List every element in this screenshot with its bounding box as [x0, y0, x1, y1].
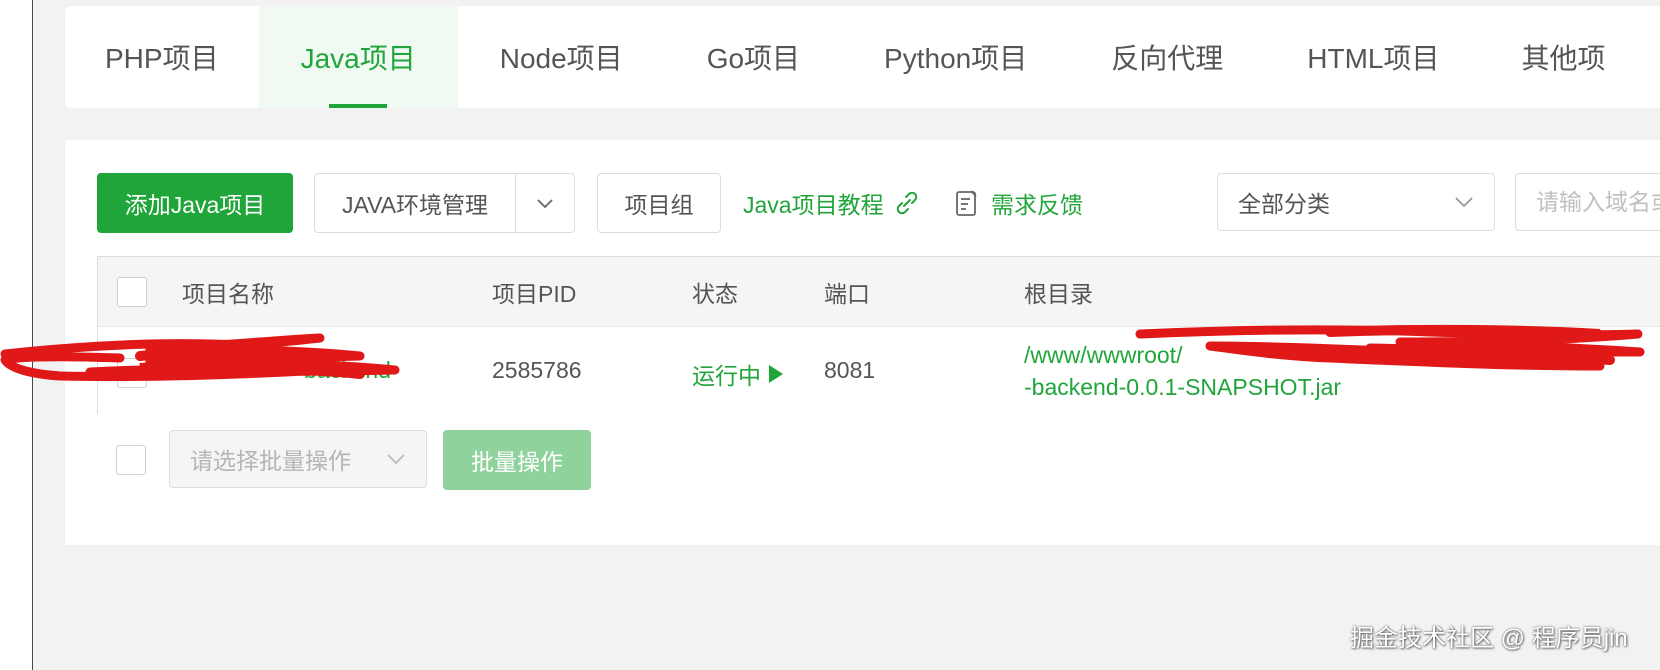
feedback-label: 需求反馈: [991, 192, 1083, 218]
tab-php[interactable]: PHP项目: [65, 6, 259, 108]
project-group-label: 项目组: [624, 192, 694, 218]
play-triangle-icon: [769, 365, 783, 383]
java-tutorial-label: Java项目教程: [743, 192, 884, 218]
watermark: 掘金技术社区 @ 程序员jin: [1350, 625, 1628, 652]
table-header: 项目名称 项目PID 状态 端口 根目录: [98, 257, 1660, 327]
chevron-down-icon: [387, 454, 405, 465]
project-group-button[interactable]: 项目组: [597, 173, 721, 233]
table-row: backend 2585786 运行中 8081 /www/wwwroot/ -…: [98, 327, 1660, 415]
batch-select-all-checkbox[interactable]: [116, 445, 146, 475]
column-header-status: 状态: [692, 281, 738, 307]
add-java-project-button[interactable]: 添加Java项目: [97, 173, 293, 233]
batch-select-placeholder: 请选择批量操作: [190, 448, 351, 474]
tab-node-label: Node项目: [499, 43, 623, 74]
tab-node[interactable]: Node项目: [458, 6, 665, 108]
project-name: backend: [304, 357, 391, 383]
batch-operation-select[interactable]: 请选择批量操作: [169, 430, 427, 488]
project-name-link[interactable]: backend: [304, 357, 391, 384]
tab-other[interactable]: 其他项: [1481, 6, 1645, 108]
tab-html-label: HTML项目: [1307, 43, 1440, 74]
column-header-name: 项目名称: [182, 281, 274, 307]
status-label: 运行中: [692, 363, 761, 389]
project-type-tabs: PHP项目 Java项目 Node项目 Go项目 Python项目 反向代理 H…: [65, 6, 1660, 108]
select-all-checkbox[interactable]: [117, 277, 147, 307]
tab-php-label: PHP项目: [105, 43, 219, 74]
domain-search-input[interactable]: [1515, 173, 1660, 231]
column-header-root: 根目录: [1024, 281, 1093, 307]
tab-html[interactable]: HTML项目: [1265, 6, 1481, 108]
java-env-manage-dropdown: JAVA环境管理: [314, 173, 575, 233]
column-header-pid: 项目PID: [492, 281, 577, 307]
tab-python[interactable]: Python项目: [842, 6, 1069, 108]
add-java-project-label: 添加Java项目: [124, 192, 266, 218]
left-sidebar-edge: [0, 0, 33, 670]
project-port: 8081: [824, 357, 876, 383]
java-tutorial-link[interactable]: Java项目教程: [743, 173, 920, 233]
column-header-port: 端口: [824, 281, 870, 307]
project-table: 项目名称 项目PID 状态 端口 根目录 backend 2585786 运行中…: [97, 256, 1660, 415]
edit-document-icon: [956, 190, 977, 216]
batch-operation-button[interactable]: 批量操作: [443, 430, 591, 490]
chevron-down-icon: [1455, 197, 1473, 208]
root-directory-line2: -backend-0.0.1-SNAPSHOT.jar: [1024, 374, 1342, 400]
feedback-link[interactable]: 需求反馈: [955, 173, 1083, 233]
tab-go[interactable]: Go项目: [665, 6, 842, 108]
java-env-manage-label: JAVA环境管理: [341, 192, 489, 218]
project-list-panel: 添加Java项目 JAVA环境管理 项目组 Java项目教程 需求反馈 全部分类…: [65, 140, 1660, 545]
tab-reverse-proxy-label: 反向代理: [1111, 43, 1224, 74]
batch-operation-bar: 请选择批量操作 批量操作: [97, 430, 697, 490]
root-directory-line1: /www/wwwroot/: [1024, 342, 1183, 368]
project-pid: 2585786: [492, 357, 582, 383]
row-checkbox[interactable]: [117, 358, 147, 388]
tab-python-label: Python项目: [884, 43, 1028, 74]
tab-java-label: Java项目: [300, 43, 416, 74]
tab-other-label: 其他项: [1521, 43, 1606, 74]
toolbar: 添加Java项目 JAVA环境管理 项目组 Java项目教程 需求反馈 全部分类…: [97, 173, 1660, 233]
link-icon: [896, 191, 917, 215]
category-select[interactable]: 全部分类: [1217, 173, 1495, 231]
root-directory-link[interactable]: /www/wwwroot/ -backend-0.0.1-SNAPSHOT.ja…: [1024, 339, 1584, 403]
active-tab-underline: [329, 104, 388, 108]
java-env-manage-button[interactable]: JAVA环境管理: [315, 174, 516, 232]
chevron-down-icon: [537, 199, 553, 209]
java-env-manage-toggle[interactable]: [516, 174, 574, 232]
tab-reverse-proxy[interactable]: 反向代理: [1069, 6, 1265, 108]
category-select-value: 全部分类: [1238, 191, 1330, 217]
status-running[interactable]: 运行中: [692, 357, 785, 391]
tab-go-label: Go项目: [706, 43, 801, 74]
batch-button-label: 批量操作: [471, 449, 563, 475]
tab-java[interactable]: Java项目: [258, 6, 458, 108]
